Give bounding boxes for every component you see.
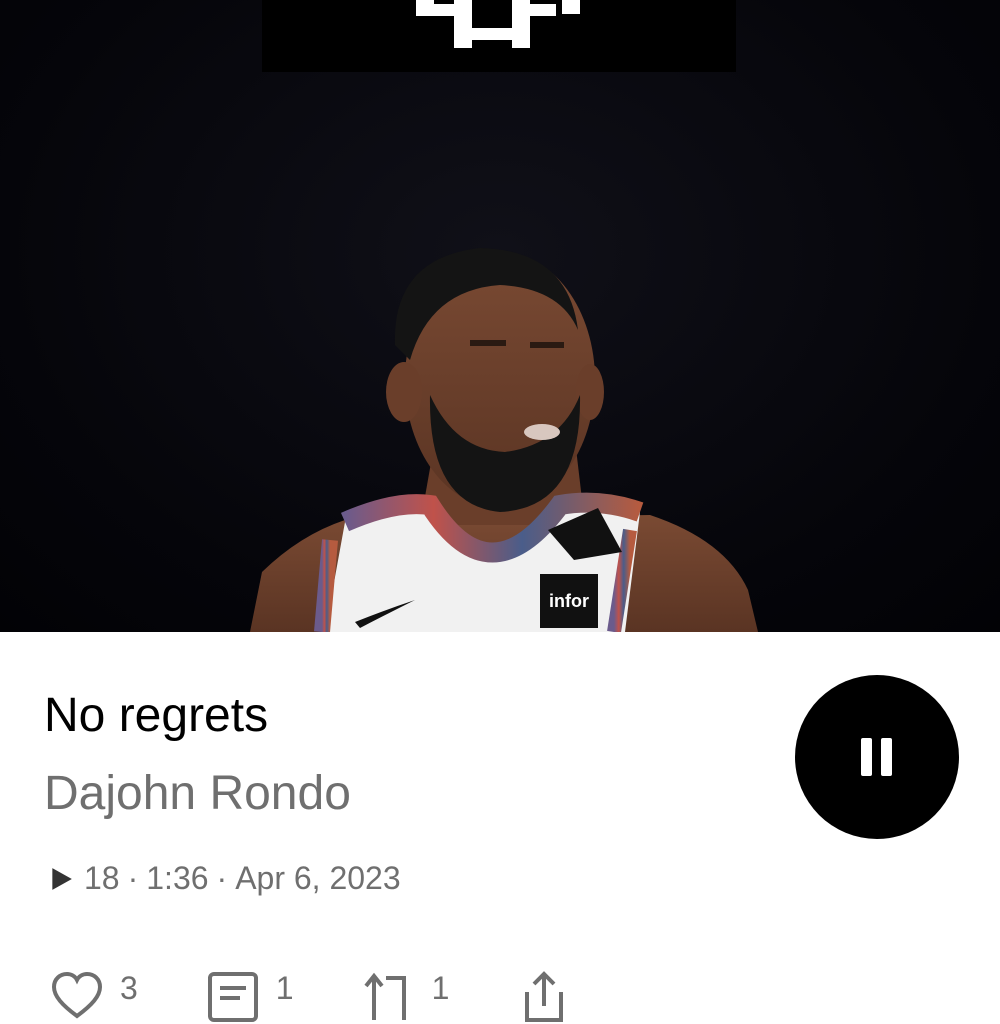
comment-count: 1 [275, 970, 294, 1006]
share-icon [525, 971, 564, 1022]
play-count: 18 [84, 860, 120, 896]
like-count: 3 [120, 970, 138, 1006]
repost-count: 1 [431, 970, 450, 1006]
player-photo: infor [250, 248, 758, 632]
track-title: No regrets [44, 689, 269, 742]
share-button[interactable] [517, 970, 587, 1024]
release-date: Apr 6, 2023 [235, 860, 401, 896]
play-count-icon [52, 867, 72, 890]
pause-button[interactable] [795, 675, 959, 839]
like-button[interactable]: 3 [50, 970, 138, 1024]
comment-button[interactable]: 1 [206, 970, 294, 1024]
jersey-patch-text: infor [549, 591, 589, 611]
meta-separator: · [127, 860, 139, 896]
track-metadata: 18 · 1:36 · Apr 6, 2023 [48, 860, 401, 897]
faded-overflow-text [100, 925, 780, 965]
comment-icon [207, 972, 258, 1022]
heart-icon [51, 971, 103, 1019]
track-artist[interactable]: Dajohn Rondo [44, 766, 351, 821]
repost-icon [364, 972, 406, 1020]
pause-icon [861, 738, 892, 776]
track-artwork[interactable]: infor [0, 0, 1000, 632]
repost-button[interactable]: 1 [362, 970, 450, 1024]
meta-separator: · [216, 860, 228, 896]
action-bar: 3 1 1 [50, 970, 950, 1022]
track-duration: 1:36 [146, 860, 209, 896]
